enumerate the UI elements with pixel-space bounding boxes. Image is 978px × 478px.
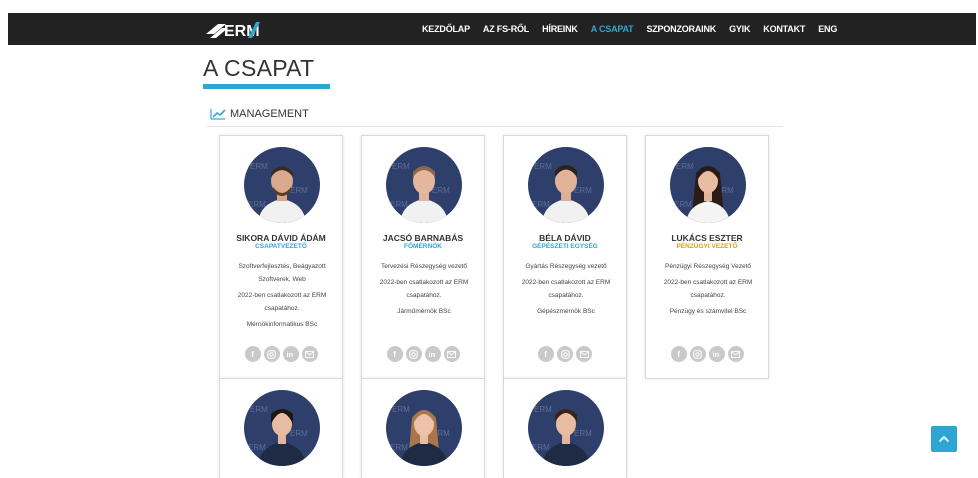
member-name: SIKORA DÁVID ÁDÁM: [236, 233, 326, 243]
section-label: MANAGEMENT: [230, 108, 309, 120]
section-heading: MANAGEMENT: [210, 108, 309, 120]
svg-text:f: f: [251, 350, 254, 358]
member-role: GÉPÉSZETI EGYSÉG: [532, 243, 598, 250]
team-member-card: [219, 378, 343, 478]
section-divider: [207, 126, 783, 127]
instagram-icon[interactable]: [689, 346, 706, 362]
team-member-card: [361, 378, 485, 478]
scroll-to-top-button[interactable]: [931, 426, 957, 452]
member-photo: [386, 390, 462, 466]
email-icon[interactable]: [301, 346, 318, 362]
member-photo: [244, 147, 320, 223]
member-name: BÉLA DÁVID: [539, 233, 591, 243]
main-nav: KEZDŐLAP AZ FS-RŐL HÍREINK A CSAPAT SZPO…: [422, 13, 850, 45]
facebook-icon[interactable]: f: [386, 346, 403, 362]
page-title: A CSAPAT: [203, 55, 315, 81]
social-links: f in: [646, 346, 768, 362]
team-member-card: JACSÓ BARNABÁS FŐMÉRNÖK Tervezési Részeg…: [361, 135, 485, 379]
nav-item-hireink[interactable]: HÍREINK: [542, 24, 578, 34]
erm-logo[interactable]: ERM: [204, 20, 270, 40]
nav-item-kontakt[interactable]: KONTAKT: [763, 24, 805, 34]
social-links: f: [504, 346, 626, 362]
nav-item-gyik[interactable]: GYIK: [729, 24, 750, 34]
svg-text:f: f: [677, 350, 680, 358]
nav-item-az-fs-rol[interactable]: AZ FS-RŐL: [483, 24, 529, 34]
member-description: Szoftverfejlesztés, Beágyazott Szoftvere…: [237, 263, 327, 328]
svg-text:f: f: [544, 350, 547, 358]
title-underline: [203, 84, 330, 89]
email-icon[interactable]: [443, 346, 460, 362]
svg-text:in: in: [428, 350, 435, 358]
linkedin-icon[interactable]: in: [424, 346, 441, 362]
top-navbar: ERM KEZDŐLAP AZ FS-RŐL HÍREINK A CSAPAT …: [8, 13, 976, 45]
linkedin-icon[interactable]: in: [708, 346, 725, 362]
member-role: PÉNZÜGYI VEZETŐ: [676, 243, 738, 250]
instagram-icon[interactable]: [263, 346, 280, 362]
nav-item-kezdolap[interactable]: KEZDŐLAP: [422, 24, 470, 34]
member-name: JACSÓ BARNABÁS: [382, 233, 464, 243]
member-description: Tervezési Részegység vezető 2022-ben csa…: [379, 263, 469, 315]
team-member-card: LUKÁCS ESZTER PÉNZÜGYI VEZETŐ Pénzügyi R…: [645, 135, 769, 379]
svg-text:in: in: [712, 350, 719, 358]
chart-line-icon: [210, 109, 226, 120]
facebook-icon[interactable]: f: [538, 346, 554, 362]
member-role: FŐMÉRNÖK: [404, 243, 442, 250]
social-links: f in: [362, 346, 484, 362]
member-description: Gyártás Részegység vezető 2022-ben csatl…: [521, 263, 611, 315]
member-photo: [528, 147, 604, 223]
member-photo: [386, 147, 462, 223]
email-icon[interactable]: [727, 346, 744, 362]
member-name: LUKÁCS ESZTER: [671, 233, 743, 243]
member-photo: [244, 390, 320, 466]
email-icon[interactable]: [576, 346, 592, 362]
nav-item-a-csapat[interactable]: A CSAPAT: [591, 24, 634, 34]
facebook-icon[interactable]: f: [244, 346, 261, 362]
team-member-card: BÉLA DÁVID GÉPÉSZETI EGYSÉG Gyártás Rész…: [503, 135, 627, 379]
member-photo: [670, 147, 746, 223]
facebook-icon[interactable]: f: [670, 346, 687, 362]
nav-item-eng[interactable]: ENG: [818, 24, 837, 34]
svg-text:f: f: [393, 350, 396, 358]
svg-text:in: in: [286, 350, 293, 358]
team-member-card: SIKORA DÁVID ÁDÁM CSAPATVEZETŐ Szoftverf…: [219, 135, 343, 379]
chevron-up-icon: [938, 435, 950, 443]
member-description: Pénzügyi Részegység Vezető 2022-ben csat…: [663, 263, 753, 315]
instagram-icon[interactable]: [405, 346, 422, 362]
nav-item-szponzoraink[interactable]: SZPONZORAINK: [646, 24, 716, 34]
member-photo: [528, 390, 604, 466]
team-member-card: [503, 378, 627, 478]
linkedin-icon[interactable]: in: [282, 346, 299, 362]
social-links: f in: [220, 346, 342, 362]
instagram-icon[interactable]: [557, 346, 573, 362]
member-role: CSAPATVEZETŐ: [255, 243, 307, 250]
